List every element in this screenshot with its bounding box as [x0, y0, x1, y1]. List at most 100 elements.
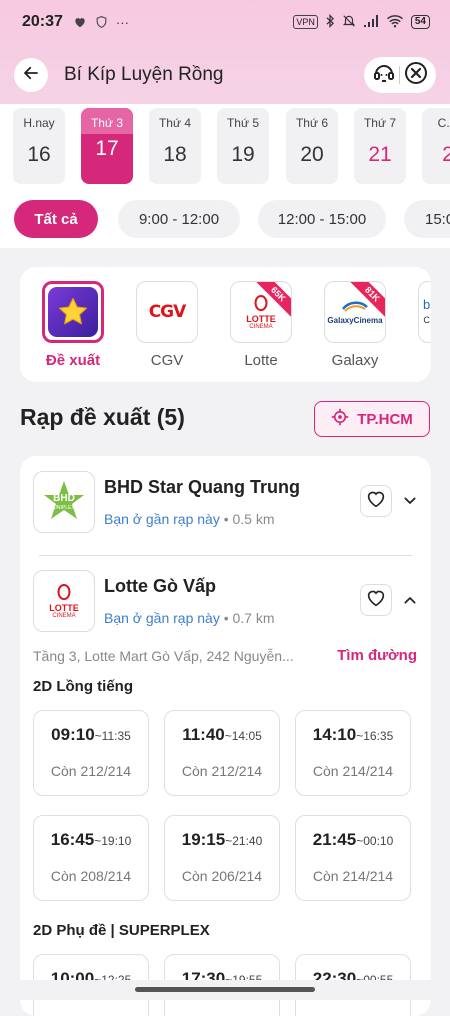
- cinema-address: Tầng 3, Lotte Mart Gò Vấp, 242 Nguyễn...: [33, 648, 294, 664]
- date-weekday: Thứ 7: [363, 116, 397, 130]
- time-filter-chip[interactable]: 15:0: [404, 200, 450, 238]
- chevron-up-icon[interactable]: [402, 592, 418, 613]
- showtime-end: ~14:05: [224, 729, 262, 743]
- cinema-item-expanded[interactable]: LOTTE CINEMA Lotte Gò Vấp Bạn ở gần rạp …: [33, 570, 418, 634]
- app-header: Bí Kíp Luyện Rồng: [0, 52, 450, 98]
- chain-logo: [42, 281, 104, 343]
- lotte-wordmark: LOTTE: [49, 602, 79, 613]
- cgv-logo: CGV: [148, 302, 187, 322]
- date-weekday: Thứ 4: [158, 116, 192, 130]
- cinema-distance: • 0.7 km: [223, 610, 275, 626]
- seats-left: Còn 214/214: [312, 868, 394, 884]
- date-weekday: Thứ 5: [226, 116, 260, 130]
- cinema-name: BHD Star Quang Trung: [104, 477, 301, 497]
- date-day: 18: [163, 143, 187, 166]
- cinema-item[interactable]: BHD UNIPLEX BHD Star Quang Trung Bạn ở g…: [33, 471, 418, 535]
- vpn-indicator: VPN: [293, 15, 318, 29]
- more-dots-icon: ···: [115, 14, 129, 30]
- chain-logo-peek: b C: [423, 296, 431, 327]
- date-day: 16: [27, 143, 51, 166]
- date-day: 20: [300, 143, 324, 166]
- showtime-time: 09:10~11:35: [34, 725, 148, 745]
- chain-more[interactable]: b C: [418, 281, 431, 343]
- chain-logo: LOTTE CINEMA 65K: [230, 281, 292, 343]
- time-filter-chip[interactable]: 12:00 - 15:00: [258, 200, 386, 238]
- date-day: 21: [368, 143, 392, 166]
- time-filter-bar: Tất cả 9:00 - 12:00 12:00 - 15:00 15:0: [0, 190, 450, 248]
- showtime-end: ~16:35: [356, 729, 394, 743]
- showtime-time: 14:10~16:35: [296, 725, 410, 745]
- seats-left: Còn 214/214: [312, 763, 394, 779]
- showtime-time: 16:45~19:10: [34, 830, 148, 850]
- showtime-end: ~11:35: [94, 729, 131, 743]
- status-time: 20:37: [22, 13, 63, 30]
- showtime-start: 21:45: [312, 830, 357, 849]
- showtime-slot[interactable]: 16:45~19:10 Còn 208/214: [33, 815, 149, 901]
- date-day: 17: [95, 137, 119, 160]
- date-item[interactable]: Thứ 7 21: [354, 108, 406, 184]
- galaxy-swoosh-icon: [341, 301, 368, 312]
- format-heading: 2D Lồng tiếng: [33, 678, 133, 695]
- favorite-button[interactable]: [360, 584, 392, 616]
- date-item-selected[interactable]: Thứ 3 17: [81, 108, 133, 184]
- time-filter-all[interactable]: Tất cả: [14, 200, 98, 238]
- chain-cgv[interactable]: CGV CGV: [136, 281, 198, 369]
- close-icon[interactable]: [404, 61, 428, 90]
- date-item[interactable]: H.nay 16: [13, 108, 65, 184]
- showtime-start: 16:45: [50, 830, 95, 849]
- status-bar: 20:37 ··· VPN 54: [0, 0, 450, 44]
- date-item[interactable]: Thứ 6 20: [286, 108, 338, 184]
- date-weekday: H.nay: [23, 116, 55, 130]
- chain-logo: b C: [418, 281, 431, 343]
- time-filter-chip[interactable]: 9:00 - 12:00: [118, 200, 240, 238]
- home-gesture-pill[interactable]: [135, 987, 315, 992]
- date-item[interactable]: Thứ 4 18: [149, 108, 201, 184]
- mute-icon: [342, 14, 356, 31]
- chain-lotte[interactable]: LOTTE CINEMA 65K Lotte: [230, 281, 292, 369]
- city-select-button[interactable]: TP.HCM: [314, 401, 430, 437]
- lotte-emblem: LOTTE CINEMA: [49, 583, 79, 619]
- location-target-icon: [331, 408, 349, 430]
- seats-left: Còn 212/214: [50, 763, 132, 779]
- showtime-slot[interactable]: 09:10~11:35 Còn 212/214: [33, 710, 149, 796]
- date-item[interactable]: Thứ 5 19: [217, 108, 269, 184]
- showtime-slot[interactable]: 19:15~21:40 Còn 206/214: [164, 815, 280, 901]
- cinema-proximity: Bạn ở gần rạp này • 0.7 km: [104, 610, 275, 626]
- city-label: TP.HCM: [357, 410, 413, 428]
- heart-outline-icon: [366, 490, 386, 513]
- bhd-submark: UNIPLEX: [53, 505, 75, 511]
- cinema-list-card: BHD UNIPLEX BHD Star Quang Trung Bạn ở g…: [20, 456, 431, 1016]
- heart-icon: [73, 15, 87, 29]
- battery-indicator: 54: [410, 15, 430, 29]
- lotte-mark-icon: [57, 583, 71, 600]
- section-title: Rạp đề xuất (5): [20, 404, 185, 430]
- showtime-slot[interactable]: 11:40~14:05 Còn 212/214: [164, 710, 280, 796]
- cinema-divider: [39, 555, 412, 556]
- showtime-end: ~19:10: [94, 834, 132, 848]
- showtime-time: 11:40~14:05: [165, 725, 279, 745]
- heart-outline-icon: [366, 589, 386, 612]
- chain-galaxy[interactable]: GalaxyCinema 81K Galaxy: [324, 281, 386, 369]
- bhd-logo: BHD UNIPLEX: [33, 471, 95, 533]
- directions-link[interactable]: Tìm đường: [337, 647, 417, 664]
- lotte-logo: LOTTE CINEMA: [33, 570, 95, 632]
- back-button[interactable]: [14, 58, 48, 92]
- peek-mark: b: [423, 296, 431, 312]
- chevron-down-icon[interactable]: [402, 493, 418, 514]
- galaxy-wordmark: GalaxyCinema: [327, 316, 383, 325]
- date-item[interactable]: C.N 2: [422, 108, 450, 184]
- support-headset-icon[interactable]: [372, 62, 396, 89]
- chain-recommended[interactable]: Đề xuất: [42, 281, 104, 369]
- bluetooth-icon: [325, 13, 335, 31]
- arrow-left-icon: [22, 64, 40, 87]
- showtime-slot[interactable]: 21:45~00:10 Còn 214/214: [295, 815, 411, 901]
- date-weekday: Thứ 6: [295, 116, 329, 130]
- showtime-slot[interactable]: 14:10~16:35 Còn 214/214: [295, 710, 411, 796]
- chain-label: Đề xuất: [45, 352, 101, 369]
- seats-left: Còn 206/214: [181, 868, 263, 884]
- proximity-text: Bạn ở gần rạp này: [104, 511, 220, 527]
- showtime-end: ~00:10: [356, 834, 394, 848]
- proximity-text: Bạn ở gần rạp này: [104, 610, 220, 626]
- cinema-distance: • 0.5 km: [223, 511, 275, 527]
- favorite-button[interactable]: [360, 485, 392, 517]
